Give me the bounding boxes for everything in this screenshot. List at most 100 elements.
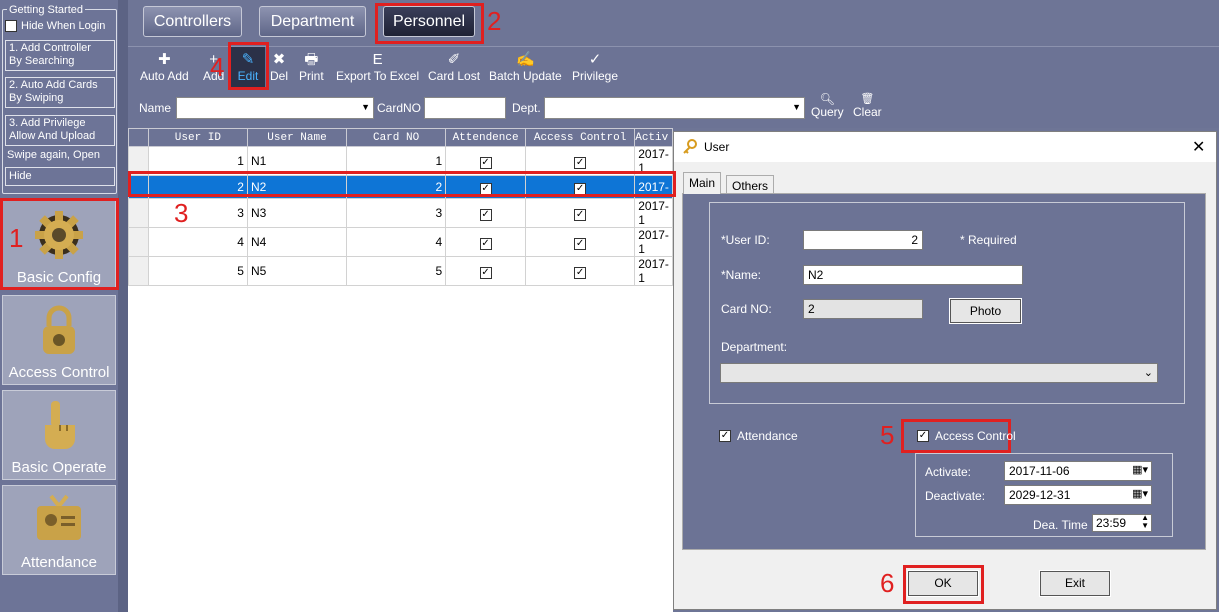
tab-controllers[interactable]: Controllers [143,6,242,37]
badge-icon [37,494,81,540]
cell-attendence[interactable]: ✓ [445,198,526,228]
export-to-excel-button[interactable]: E Export To Excel [336,51,419,83]
privilege-label: Privilege [572,69,619,83]
table-row[interactable]: 3 N3 3 ✓ ✓ 2017-1 [128,198,673,228]
lock-icon [43,305,75,354]
activate-date-picker[interactable]: 2017-11-06 ▦▾ [1004,461,1152,481]
card-lost-button[interactable]: ✐ Card Lost [428,51,480,83]
basic-operate-module[interactable]: Basic Operate [2,390,116,480]
table-row[interactable]: 5 N5 5 ✓ ✓ 2017-1 [128,256,673,286]
swipe-again-text: Swipe again, Open [7,149,100,161]
cell-activate: 2017-1 [634,227,673,257]
cell-access-control[interactable]: ✓ [524,256,636,286]
dept-filter-dropdown[interactable]: ▼ [544,97,805,119]
chevron-down-icon: ▼ [361,102,370,112]
cell-user-id: 4 [147,227,248,257]
access-control-checkbox[interactable]: ✓ Access Control [917,429,1016,443]
checkbox-checked-icon[interactable]: ✓ [479,237,492,250]
table-row[interactable]: 4 N4 4 ✓ ✓ 2017-1 [128,227,673,257]
row-header[interactable] [128,256,149,286]
print-button[interactable]: 🖶 Print [299,51,324,83]
dept-filter-label: Dept. [512,101,541,115]
tab-department[interactable]: Department [259,6,366,37]
annotation-number-2: 2 [487,6,502,36]
close-icon[interactable]: ✕ [1192,137,1205,157]
delete-button[interactable]: ✖ Del [270,51,288,83]
checkbox-checked-icon[interactable]: ✓ [917,430,929,442]
name-filter-dropdown[interactable]: ▼ [176,97,374,119]
cell-access-control[interactable]: ✓ [524,227,636,257]
checkbox-checked-icon[interactable]: ✓ [574,208,587,221]
col-user-id[interactable]: User ID [147,128,248,147]
chevron-down-icon: ⌄ [1143,367,1153,379]
top-tab-bar: Controllers Department Personnel [128,0,1219,46]
annotation-number-6: 6 [880,568,895,598]
checkbox-icon[interactable] [5,20,17,32]
attendance-checkbox[interactable]: ✓ Attendance [719,429,798,443]
checkbox-checked-icon[interactable]: ✓ [719,430,731,442]
clear-label: Clear [853,105,882,119]
hide-button[interactable]: Hide [5,167,115,186]
cell-attendence[interactable]: ✓ [445,227,526,257]
print-label: Print [299,69,324,83]
photo-button[interactable]: Photo [949,298,1022,324]
attendance-module[interactable]: Attendance [2,485,116,575]
dialog-title-bar[interactable]: User ✕ [674,132,1216,162]
row-header[interactable] [128,198,149,228]
user-dialog: User ✕ Main Others *User ID: 2 * Require… [673,131,1217,610]
tab-main[interactable]: Main [683,172,722,194]
col-user-name[interactable]: User Name [246,128,348,147]
checkbox-checked-icon[interactable]: ✓ [574,237,587,250]
access-control-label: Access Control [8,364,110,381]
col-card-no[interactable]: Card NO [346,128,447,147]
hide-when-login-checkbox[interactable]: Hide When Login [5,20,105,32]
personnel-grid: User ID User Name Card NO Attendence Acc… [128,128,673,612]
col-access-control[interactable]: Access Control [524,128,636,147]
required-note: * Required [960,233,1017,247]
checkbox-checked-icon[interactable]: ✓ [479,266,492,279]
panel-splitter[interactable] [118,0,128,612]
department-label: Department: [721,340,788,354]
getting-started-title: Getting Started [7,4,85,16]
auto-add-button[interactable]: ✚ Auto Add [140,51,189,83]
batch-update-button[interactable]: ✍ Batch Update [489,51,562,83]
cardno-filter-label: CardNO [377,101,422,115]
calendar-icon[interactable]: ▦▾ [1132,487,1148,500]
privilege-button[interactable]: ✓ Privilege [572,51,618,83]
card-lost-label: Card Lost [428,69,481,83]
access-control-module[interactable]: Access Control [2,295,116,385]
query-button[interactable]: 🔍︎ Query [811,93,844,119]
step-add-controller-button[interactable]: 1. Add Controller By Searching [5,40,115,71]
user-id-input[interactable]: 2 [803,230,923,250]
department-dropdown[interactable]: ⌄ [720,363,1158,383]
delete-label: Del [270,69,289,83]
calendar-icon[interactable]: ▦▾ [1132,463,1148,476]
cell-attendence[interactable]: ✓ [445,256,526,286]
clear-button[interactable]: 🗑︎ Clear [853,93,882,119]
card-no-input[interactable]: 2 [803,299,923,319]
checkbox-checked-icon[interactable]: ✓ [479,156,492,169]
name-input[interactable]: N2 [803,265,1023,285]
cell-access-control[interactable]: ✓ [524,198,636,228]
tab-others[interactable]: Others [726,175,775,194]
spinner-arrows-icon[interactable]: ▲ ▼ [1141,514,1149,530]
step-add-privilege-button[interactable]: 3. Add Privilege Allow And Upload [5,115,115,146]
annotation-box-3 [128,171,676,197]
hide-when-login-label: Hide When Login [21,20,106,32]
checkbox-checked-icon[interactable]: ✓ [574,266,587,279]
cardno-filter-input[interactable] [424,97,506,119]
cell-card-no: 4 [346,227,447,257]
exit-button[interactable]: Exit [1039,570,1111,597]
annotation-box-4 [228,42,269,90]
row-header[interactable] [128,227,149,257]
col-activate[interactable]: Activ [634,128,673,147]
toolbar: ✚ Auto Add + Add ✎ Edit ✖ Del 🖶 Print E Export… [128,46,1219,88]
deactivate-date-picker[interactable]: 2029-12-31 ▦▾ [1004,485,1152,505]
step-auto-add-cards-button[interactable]: 2. Auto Add Cards By Swiping [5,77,115,108]
dea-time-stepper[interactable]: 23:59 ▲ ▼ [1092,514,1152,532]
cell-user-name: N4 [246,227,348,257]
checkbox-checked-icon[interactable]: ✓ [574,156,587,169]
col-attendence[interactable]: Attendence [445,128,526,147]
activate-label: Activate: [925,465,972,479]
checkbox-checked-icon[interactable]: ✓ [479,208,492,221]
